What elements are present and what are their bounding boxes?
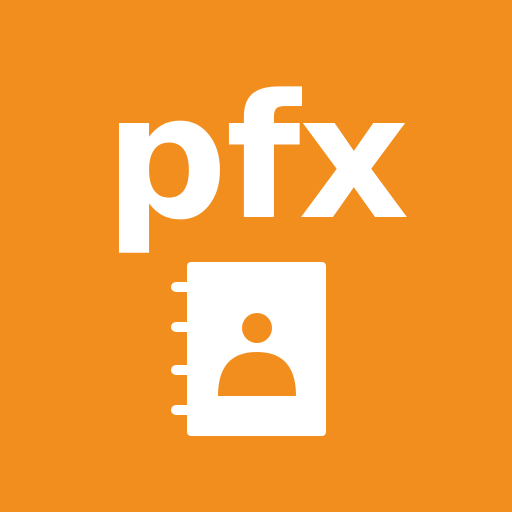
book-cover: [187, 262, 326, 436]
contact-book-icon: [171, 262, 326, 436]
spiral-ring: [171, 405, 193, 415]
spiral-ring: [171, 282, 193, 292]
spiral-ring: [171, 322, 193, 332]
spiral-ring: [171, 365, 193, 375]
person-head: [242, 313, 272, 343]
app-icon-tile[interactable]: pfx: [0, 0, 512, 512]
book-group: [171, 262, 326, 436]
